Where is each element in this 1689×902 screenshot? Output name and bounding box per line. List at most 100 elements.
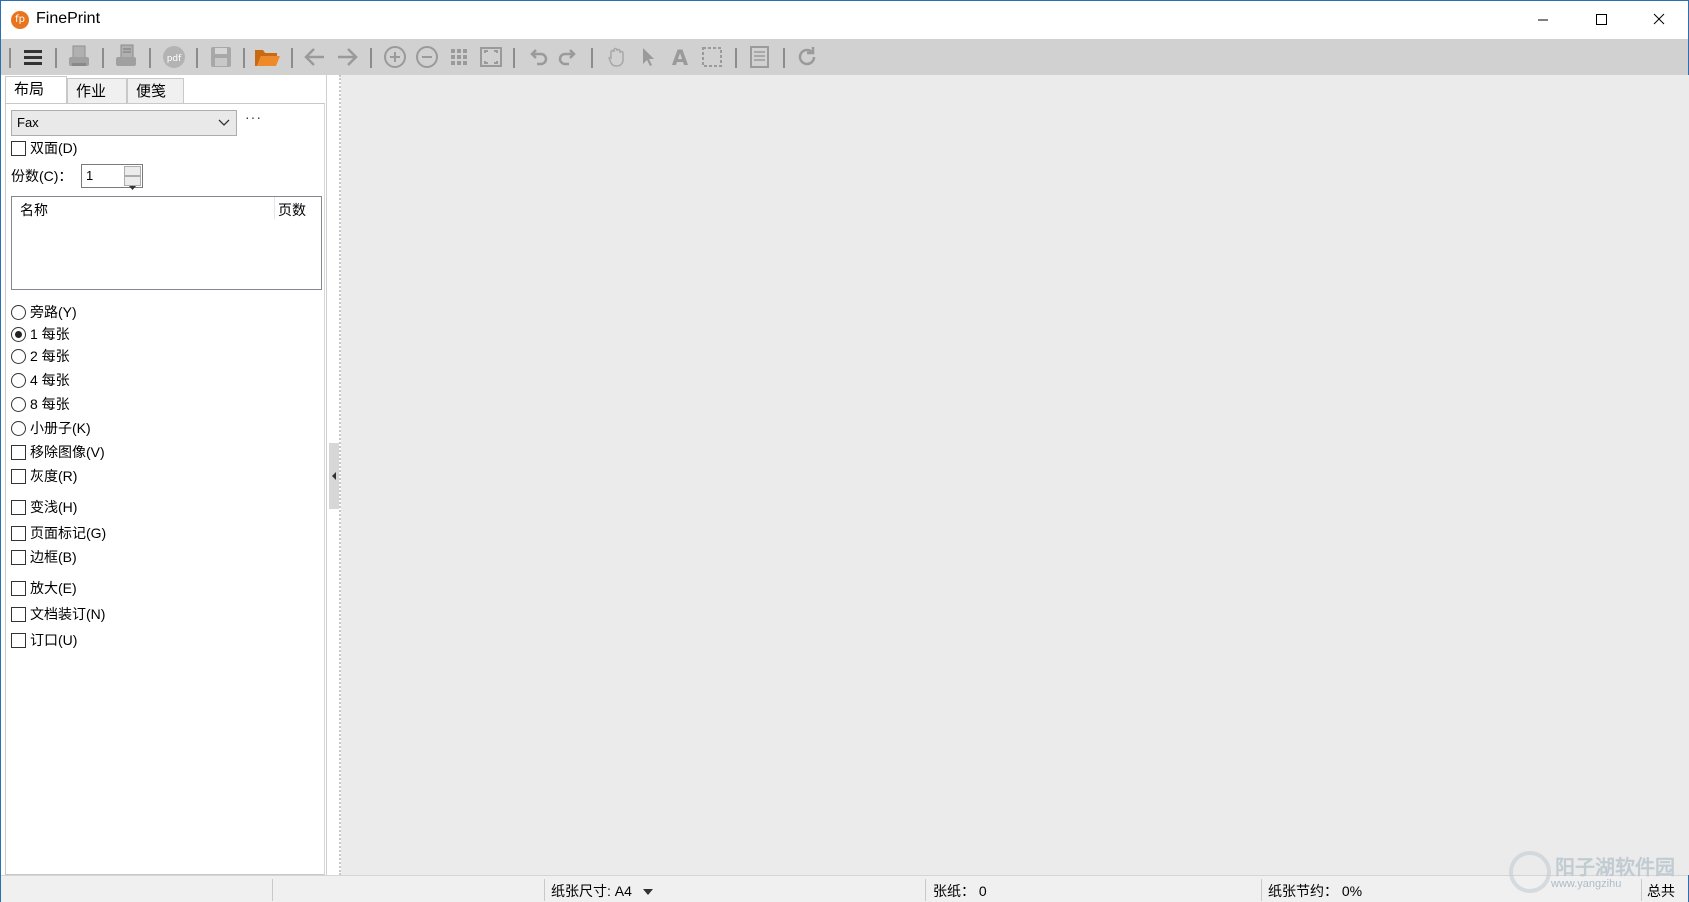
splitter-collapse-handle[interactable] (329, 443, 339, 509)
radio-label: 4 每张 (30, 372, 70, 388)
checkbox-label: 移除图像(V) (30, 444, 105, 460)
job-list[interactable]: 名称 页数 (11, 196, 322, 290)
menu-button[interactable] (18, 42, 48, 72)
radio-8-per-sheet[interactable]: 8 每张 (11, 394, 70, 414)
copies-value[interactable]: 1 (86, 168, 93, 183)
total-savings: 总共节 (1647, 883, 1675, 899)
radio-circle[interactable] (11, 304, 26, 320)
text-tool-button[interactable]: A (665, 42, 695, 72)
print-preview-area[interactable] (341, 75, 1689, 875)
toolbar-separator (196, 48, 198, 68)
column-header-pages[interactable]: 页数 (278, 200, 306, 220)
status-divider (925, 879, 926, 901)
radio-circle[interactable] (11, 348, 26, 364)
zoom-out-button[interactable] (412, 42, 442, 72)
checkbox-box[interactable] (11, 140, 26, 156)
checkbox-box[interactable] (11, 468, 26, 484)
previous-page-button[interactable] (300, 42, 330, 72)
refresh-icon (798, 47, 816, 66)
print-button[interactable] (64, 42, 94, 72)
checkbox-box[interactable] (11, 549, 26, 565)
minimize-icon (1538, 19, 1548, 21)
selection-rectangle-button[interactable] (697, 42, 727, 72)
page-notes-button[interactable] (745, 42, 775, 72)
toolbar-separator (370, 48, 372, 68)
checkbox-box[interactable] (11, 632, 26, 648)
radio-2-per-sheet[interactable]: 2 每张 (11, 346, 70, 366)
svg-text:A: A (672, 46, 689, 70)
radio-circle[interactable] (11, 420, 26, 436)
print-and-keep-button[interactable] (111, 42, 141, 72)
grayscale-checkbox[interactable]: 灰度(R) (11, 466, 77, 486)
paper-size-dropdown[interactable]: 纸张尺寸: A4 (551, 881, 654, 901)
toolbar-separator (291, 48, 293, 68)
hand-tool-button[interactable] (602, 42, 632, 72)
radio-1-per-sheet[interactable]: 1 每张 (11, 324, 70, 344)
checkbox-label: 边框(B) (30, 549, 77, 565)
toolbar: pdf A (1, 39, 1688, 75)
maximize-icon (1596, 14, 1607, 25)
select-tool-button[interactable] (633, 42, 663, 72)
pdf-icon: pdf (163, 46, 185, 68)
thumbnails-button[interactable] (444, 42, 474, 72)
checkbox-box[interactable] (11, 444, 26, 460)
copies-increment-button[interactable] (124, 166, 141, 180)
chevron-down-icon (218, 119, 230, 126)
checkbox-box[interactable] (11, 525, 26, 541)
gutter-checkbox[interactable]: 订口(U) (11, 630, 77, 650)
save-button[interactable] (206, 42, 236, 72)
toolbar-separator (591, 48, 593, 68)
binding-checkbox[interactable]: 文档装订(N) (11, 604, 105, 624)
radio-label: 旁路(Y) (30, 304, 77, 320)
radio-circle[interactable] (11, 326, 26, 342)
duplex-label: 双面(D) (30, 140, 78, 156)
checkbox-box[interactable] (11, 606, 26, 622)
duplex-checkbox[interactable]: 双面(D) (11, 138, 77, 158)
watermark-url: www.yangzihu (1551, 878, 1622, 890)
zoom-in-button[interactable] (380, 42, 410, 72)
select-arrow-icon (643, 48, 654, 66)
menu-icon (24, 50, 42, 65)
selection-rectangle-icon (702, 47, 722, 67)
page-marks-checkbox[interactable]: 页面标记(G) (11, 523, 106, 543)
minimize-button[interactable] (1514, 1, 1572, 39)
undo-icon (530, 49, 548, 66)
radio-circle[interactable] (11, 372, 26, 388)
radio-circle[interactable] (11, 396, 26, 412)
open-button[interactable] (252, 42, 282, 72)
status-divider (1641, 879, 1642, 901)
caret-down-icon (642, 889, 653, 895)
radio-4-per-sheet[interactable]: 4 每张 (11, 370, 70, 390)
enlarge-checkbox[interactable]: 放大(E) (11, 578, 77, 598)
svg-text:pdf: pdf (167, 54, 182, 64)
lighten-checkbox[interactable]: 变浅(H) (11, 497, 77, 517)
borders-checkbox[interactable]: 边框(B) (11, 547, 77, 567)
redo-button[interactable] (553, 42, 583, 72)
checkbox-box[interactable] (11, 580, 26, 596)
tab-layout[interactable]: 布局 (5, 76, 67, 105)
radio-booklet[interactable]: 小册子(K) (11, 418, 91, 438)
undo-button[interactable] (523, 42, 553, 72)
save-icon (211, 47, 231, 67)
column-divider[interactable] (274, 197, 275, 219)
printer-dropdown[interactable]: Fax (11, 110, 237, 136)
page-notes-icon (750, 46, 769, 68)
tab-notes[interactable]: 便笺 (127, 78, 184, 104)
close-icon (1653, 13, 1665, 25)
checkbox-box[interactable] (11, 499, 26, 515)
column-header-name[interactable]: 名称 (20, 200, 48, 220)
radio-bypass[interactable]: 旁路(Y) (11, 302, 77, 322)
remove-images-checkbox[interactable]: 移除图像(V) (11, 442, 105, 462)
close-button[interactable] (1630, 1, 1688, 39)
maximize-button[interactable] (1572, 1, 1630, 39)
toolbar-separator (243, 48, 245, 68)
next-page-button[interactable] (332, 42, 362, 72)
printer-more-button[interactable]: ··· (245, 110, 269, 128)
pdf-button[interactable]: pdf (159, 42, 189, 72)
tab-jobs[interactable]: 作业 (67, 78, 127, 104)
refresh-button[interactable] (792, 42, 822, 72)
checkbox-label: 订口(U) (30, 632, 78, 648)
copies-stepper[interactable]: 1 (81, 164, 143, 190)
fit-page-button[interactable] (476, 42, 506, 72)
copies-decrement-button[interactable] (124, 176, 141, 190)
